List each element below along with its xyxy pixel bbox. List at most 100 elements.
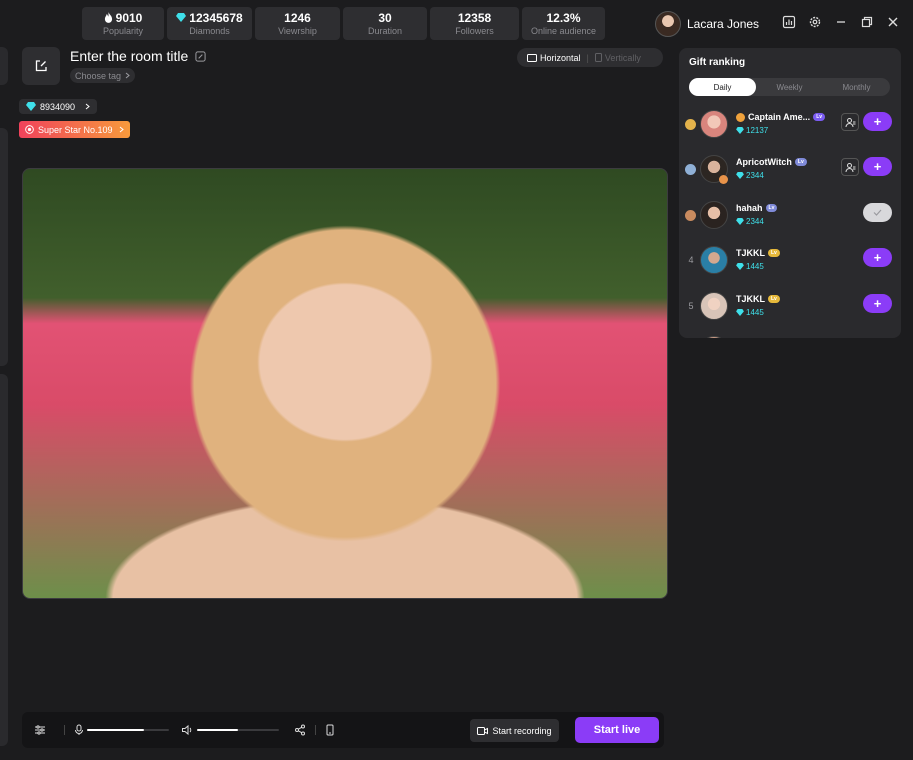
left-panel-edge <box>0 374 8 746</box>
user-icon <box>845 162 855 172</box>
ranking-row[interactable]: 5 TJKKL Lv 1445 + <box>679 288 901 328</box>
stat-followers: 12358 Followers <box>430 7 519 40</box>
level-badge: Lv <box>794 158 807 166</box>
level-badge: Lv <box>768 249 780 257</box>
tab-monthly[interactable]: Monthly <box>823 78 890 96</box>
avatar[interactable] <box>700 292 728 320</box>
user-icon <box>845 117 855 127</box>
room-title[interactable]: Enter the room title <box>70 48 206 64</box>
ranking-name: ApricotWitch <box>736 157 792 167</box>
restore-icon[interactable] <box>860 15 874 29</box>
rank-number: 4 <box>688 255 694 265</box>
silver-medal-icon <box>685 164 696 175</box>
ranking-name: TJKKL <box>736 294 765 304</box>
follow-button[interactable]: + <box>863 112 892 131</box>
diamond-icon <box>176 13 187 22</box>
avatar[interactable] <box>700 201 728 229</box>
speaker-volume-fill <box>197 729 238 731</box>
stat-popularity-value: 9010 <box>115 10 143 25</box>
stat-online-audience-value: 12.3% <box>546 10 581 25</box>
user-name: Lacara Jones <box>687 17 760 31</box>
ranking-points: 1445 <box>746 262 764 271</box>
room-cover-edit-button[interactable] <box>22 47 60 85</box>
diamond-icon <box>736 263 744 270</box>
orientation-separator: | <box>586 52 589 63</box>
check-icon <box>873 209 882 216</box>
microphone-volume-slider[interactable] <box>87 729 169 731</box>
stats-chart-icon[interactable] <box>782 15 796 29</box>
rank-number: 5 <box>688 301 694 311</box>
super-star-badge[interactable]: Super Star No.109 <box>19 121 130 138</box>
orientation-vertical-label: Vertically <box>604 52 641 63</box>
stat-duration-label: Duration <box>367 25 403 36</box>
phone-device-icon[interactable] <box>324 724 336 736</box>
avatar[interactable] <box>700 246 728 274</box>
ranking-row[interactable]: 4 TJKKL Lv 1445 + <box>679 242 901 282</box>
gear-icon[interactable] <box>808 15 822 29</box>
pencil-icon[interactable] <box>195 50 206 62</box>
portrait-icon <box>594 53 602 62</box>
followed-button[interactable] <box>863 203 892 222</box>
diamond-icon <box>736 172 744 179</box>
avatar[interactable] <box>700 110 728 138</box>
window-controls <box>782 15 900 29</box>
ranking-row[interactable] <box>679 332 901 338</box>
start-live-button[interactable]: Start live <box>575 717 659 743</box>
follow-button[interactable]: + <box>863 294 892 313</box>
stat-online-audience: 12.3% Online audience <box>522 7 605 40</box>
stat-viewership-label: Viewrship <box>278 25 317 36</box>
ranking-row[interactable]: Captain Ame... Lv 12137 + <box>679 106 901 146</box>
chevron-right-icon <box>85 103 90 110</box>
user-profile-button[interactable] <box>841 113 859 131</box>
stat-diamonds: 12345678 Diamonds <box>167 7 252 40</box>
flame-icon <box>104 12 112 23</box>
orientation-vertical[interactable]: Vertically <box>594 52 641 63</box>
user-profile[interactable]: Lacara Jones <box>655 11 759 37</box>
gift-ranking-panel: Gift ranking Daily Weekly Monthly Captai… <box>679 48 901 338</box>
landscape-icon <box>527 53 537 62</box>
user-avatar[interactable] <box>655 11 681 37</box>
speaker-icon[interactable] <box>181 724 193 736</box>
edit-icon <box>35 60 47 72</box>
start-recording-button[interactable]: Start recording <box>470 719 559 742</box>
ranking-points: 2344 <box>746 171 764 180</box>
left-panel-edge <box>0 47 8 85</box>
ranking-row[interactable]: ApricotWitch Lv 2344 + <box>679 151 901 191</box>
stat-viewership: 1246 Viewrship <box>255 7 340 40</box>
stat-diamonds-value: 12345678 <box>189 10 243 25</box>
start-recording-label: Start recording <box>492 725 552 736</box>
microphone-volume-fill <box>87 729 145 731</box>
share-icon[interactable] <box>294 724 306 736</box>
orientation-toggle: Horizontal | Vertically <box>517 48 663 67</box>
gift-ranking-title: Gift ranking <box>689 57 746 68</box>
tab-daily[interactable]: Daily <box>689 78 756 96</box>
diamond-count-badge[interactable]: 8934090 <box>19 99 98 114</box>
avatar[interactable] <box>700 336 728 338</box>
close-icon[interactable] <box>886 15 900 29</box>
live-video-preview <box>22 168 668 599</box>
choose-tag-label: Choose tag <box>75 70 122 81</box>
ranking-row[interactable]: hahah Lv 2344 <box>679 197 901 237</box>
diamond-icon <box>736 309 744 316</box>
ranking-points: 2344 <box>746 217 764 226</box>
tab-weekly[interactable]: Weekly <box>756 78 823 96</box>
user-profile-button[interactable] <box>841 158 859 176</box>
microphone-icon[interactable] <box>73 724 85 736</box>
chevron-right-icon <box>125 72 130 79</box>
stat-followers-value: 12358 <box>457 10 492 25</box>
stat-diamonds-label: Diamonds <box>189 25 230 36</box>
minimize-icon[interactable] <box>834 15 848 29</box>
gold-medal-icon <box>685 119 696 130</box>
ranking-name: Captain Ame... <box>748 112 811 122</box>
divider <box>64 725 65 735</box>
avatar-frame-badge <box>719 175 728 184</box>
orientation-horizontal[interactable]: Horizontal <box>527 53 581 63</box>
follow-button[interactable]: + <box>863 248 892 267</box>
speaker-volume-slider[interactable] <box>197 729 279 731</box>
choose-tag-button[interactable]: Choose tag <box>70 68 136 83</box>
stat-duration-value: 30 <box>378 10 392 25</box>
settings-sliders-icon[interactable] <box>34 724 46 736</box>
level-badge: Lv <box>765 204 778 212</box>
follow-button[interactable]: + <box>863 157 892 176</box>
diamond-icon <box>26 102 36 111</box>
